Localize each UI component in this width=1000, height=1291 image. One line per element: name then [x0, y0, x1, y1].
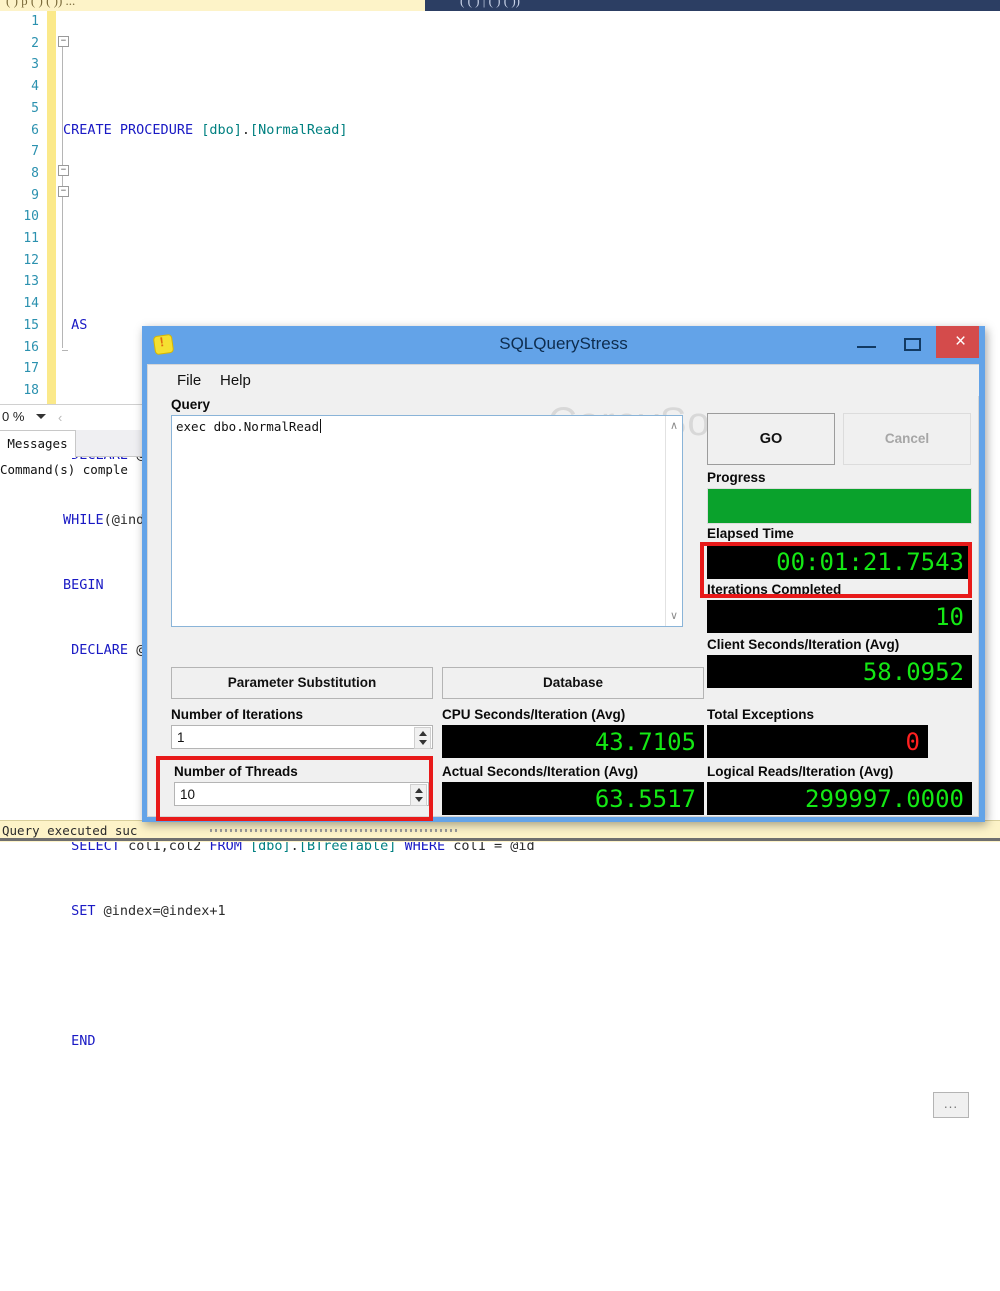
maximize-button[interactable] [890, 326, 936, 358]
fold-toggle-icon[interactable]: − [58, 165, 69, 176]
cpu-seconds-value: 43.7105 [595, 726, 696, 759]
total-exceptions-label: Total Exceptions [707, 707, 814, 722]
query-scrollbar[interactable]: ∧ ∨ [665, 416, 682, 626]
scroll-up-icon[interactable]: ∧ [666, 418, 682, 434]
line-number: 2 [0, 33, 44, 55]
go-button[interactable]: GO [707, 413, 835, 465]
code-line [56, 250, 1000, 272]
query-label: Query [171, 397, 210, 412]
scroll-down-icon[interactable]: ∨ [666, 608, 682, 624]
line-number: 5 [0, 98, 44, 120]
code-line: END [56, 1031, 1000, 1053]
editor-change-bar [47, 11, 56, 411]
window-title-bar[interactable]: SQLQueryStress × [142, 326, 985, 364]
client-seconds-label: Client Seconds/Iteration (Avg) [707, 637, 899, 652]
line-number: 3 [0, 54, 44, 76]
cancel-button[interactable]: Cancel [843, 413, 971, 465]
zoom-level-label: 0 % [2, 409, 24, 424]
window-right-border [979, 326, 985, 822]
editor-tab-strip[interactable]: ( ) p ( ) ( )) ... ( ( ) | ( ) ( )) [0, 0, 1000, 11]
line-number: 9 [0, 185, 44, 207]
menu-item-file[interactable]: File [170, 370, 208, 391]
query-input-value: exec dbo.NormalRead [176, 419, 319, 434]
number-of-iterations-field[interactable]: 1 [171, 725, 433, 749]
progress-bar [707, 488, 972, 524]
number-of-iterations-label: Number of Iterations [171, 707, 303, 722]
minimize-icon [857, 346, 876, 348]
elapsed-time-label: Elapsed Time [707, 526, 794, 541]
number-of-iterations-value: 1 [177, 730, 185, 745]
menu-bar: File Help [148, 365, 979, 396]
line-number: 11 [0, 228, 44, 250]
client-seconds-value: 58.0952 [863, 656, 964, 689]
text-caret [320, 419, 321, 433]
chevron-down-icon[interactable] [36, 414, 46, 419]
line-number: 8 [0, 163, 44, 185]
code-line [56, 54, 1000, 76]
line-number: 12 [0, 250, 44, 272]
line-number: 18 [0, 380, 44, 402]
code-line [56, 1096, 1000, 1118]
logical-reads-value: 299997.0000 [805, 783, 964, 816]
line-number: 17 [0, 358, 44, 380]
actual-seconds-display: 63.5517 [442, 782, 704, 815]
fold-toggle-icon[interactable]: − [58, 186, 69, 197]
total-exceptions-value: 0 [906, 726, 920, 759]
iterations-stepper[interactable] [414, 727, 431, 749]
maximize-icon [904, 338, 921, 351]
menu-item-help[interactable]: Help [213, 370, 258, 391]
progress-label: Progress [707, 470, 766, 485]
line-number: 7 [0, 141, 44, 163]
code-line: CREATE PROCEDURE [dbo].[NormalRead] [56, 120, 1000, 142]
logical-reads-label: Logical Reads/Iteration (Avg) [707, 764, 893, 779]
tab-label-clipped-active: ( ( ) | ( ) ( )) [460, 0, 520, 9]
query-input[interactable]: exec dbo.NormalRead ∧ ∨ [171, 415, 683, 627]
line-number-column: 1 2 3 4 5 6 7 8 9 10 11 12 13 14 15 16 1… [0, 11, 44, 411]
iterations-completed-display: 10 [707, 600, 972, 633]
highlight-box-elapsed-time [700, 542, 972, 598]
code-line [56, 1226, 1000, 1248]
database-button[interactable]: Database [442, 667, 704, 699]
actual-seconds-label: Actual Seconds/Iteration (Avg) [442, 764, 638, 779]
progress-bar-fill [708, 489, 971, 523]
fold-toggle-icon[interactable]: − [58, 36, 69, 47]
code-line [56, 185, 1000, 207]
total-exceptions-display: 0 [707, 725, 928, 758]
line-number: 10 [0, 206, 44, 228]
exceptions-detail-button[interactable]: ... [933, 1092, 969, 1118]
line-number: 13 [0, 271, 44, 293]
status-bar-text: Query executed suc [2, 823, 137, 838]
code-line [56, 966, 1000, 988]
scroll-left-icon[interactable]: ‹ [58, 410, 62, 425]
code-line: SET @index=@index+1 [56, 901, 1000, 923]
line-number: 1 [0, 11, 44, 33]
iterations-completed-value: 10 [935, 601, 964, 634]
code-fold-tick [62, 350, 68, 351]
line-number: 15 [0, 315, 44, 337]
close-button[interactable]: × [936, 326, 985, 358]
minimize-button[interactable] [844, 326, 890, 358]
cpu-seconds-label: CPU Seconds/Iteration (Avg) [442, 707, 625, 722]
line-number: 14 [0, 293, 44, 315]
parameter-substitution-button[interactable]: Parameter Substitution [171, 667, 433, 699]
tab-label-clipped: ( ) p ( ) ( )) ... [6, 0, 75, 9]
highlight-box-number-of-threads [156, 756, 433, 821]
actual-seconds-value: 63.5517 [595, 783, 696, 816]
tab-messages[interactable]: Messages [0, 430, 76, 458]
close-icon: × [936, 326, 985, 358]
cpu-seconds-display: 43.7105 [442, 725, 704, 758]
client-seconds-display: 58.0952 [707, 655, 972, 688]
zoom-level-combo[interactable]: 0 % ‹ [0, 404, 151, 432]
stepper-down-icon[interactable] [419, 740, 427, 745]
code-line [56, 1161, 1000, 1183]
line-number: 16 [0, 337, 44, 359]
line-number: 6 [0, 120, 44, 142]
line-number: 4 [0, 76, 44, 98]
stepper-up-icon[interactable] [419, 731, 427, 736]
status-bar-progress-dots [210, 829, 460, 832]
logical-reads-display: 299997.0000 [707, 782, 972, 815]
